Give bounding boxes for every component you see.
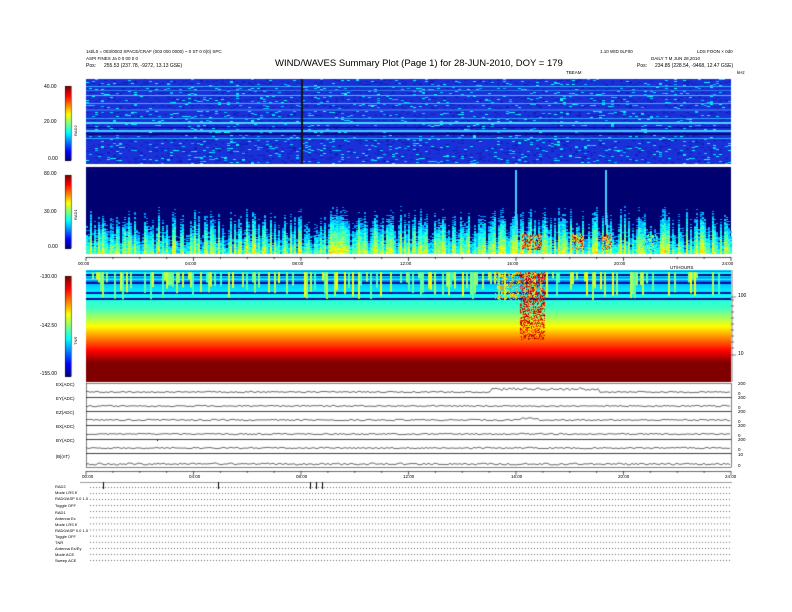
rad2-scale-max: 40.00 [44,84,57,90]
time-tick-24: 24:00 [722,261,734,266]
header-left-line1: 1st/L0 = 003/0003 SPACE/CRAF (003 000 00… [86,49,222,54]
tnr-scale-min: -155.00 [40,371,57,377]
rad1-axis-label: RAD1 [73,209,78,220]
tnr-scale-max: -130.00 [40,274,57,280]
ez-label: EZ(ADC) [56,410,75,415]
status-row: Toggle OFF [55,503,76,508]
rad2-scale-mid: 20.00 [44,119,57,125]
rad1-scale-max: 80.00 [44,171,57,177]
tnr-right-tick-10: 10 [738,351,744,357]
header-left-pos-label: Pos: [86,63,97,69]
bx-label: BX(ADC) [56,424,75,429]
time-axis-label: UT/HOURS [670,265,694,270]
status-row: TNR [55,540,64,545]
summary-plot-canvas [0,0,792,612]
by-right-hi: 200 [738,437,746,442]
bx-right-hi: 200 [738,423,746,428]
rad2-scale-min: 0.00 [48,156,58,162]
header-left-pos-value: 255.53 (237.78, -9272, 13.13 GSE) [104,63,183,69]
time-tick-04: 04:00 [185,261,197,266]
header-right-line1a: 1.10 WID 0LF00 [600,49,633,54]
bmag-label: |B|(nT) [56,454,70,459]
rad1-scale-min: 0.00 [48,244,58,250]
header-right-small: TBEAM [566,70,582,75]
status-row: Mode LRS fl [55,490,78,495]
status-row: RAD1 [55,510,66,515]
status-row: RAD0/ASP 0.0 1.0 [55,528,89,533]
status-row: Antenna Ex [55,516,76,521]
ex-right-hi: 200 [738,381,746,386]
bottom-time-tick-08: 08:00 [296,474,308,479]
bottom-time-tick-12: 12:00 [403,474,415,479]
rad2-axis-label: RAD2 [73,125,78,136]
header-right-line1b: LDS FOON × 0d0 [697,49,733,54]
header-left-line2: ASPI FINES Ja 0 0 00 0 0 [86,56,139,61]
page-title: WIND/WAVES Summary Plot (Page 1) for 28-… [275,58,563,69]
tnr-right-tick-100: 100 [738,293,747,299]
bottom-time-tick-16: 16:00 [511,474,523,479]
status-row: Antenna Ex/Ey [55,546,82,551]
bottom-time-tick-20: 20:00 [618,474,630,479]
bottom-time-tick-24: 24:00 [725,474,737,479]
time-tick-12: 12:00 [400,261,412,266]
ey-right-hi: 200 [738,395,746,400]
status-row: RAD2 [55,484,66,489]
unit-khz-label: kHz [737,70,745,75]
bottom-time-tick-04: 04:00 [189,474,201,479]
status-row: Toggle OFF [55,534,76,539]
time-tick-08: 08:00 [292,261,304,266]
tnr-axis-label: TNR [73,336,78,345]
rad1-scale-mid: 30.00 [44,209,57,215]
by-label: BY(ADC) [56,438,75,443]
ex-label: EX(ADC) [56,382,75,387]
time-tick-20: 20:00 [614,261,626,266]
time-tick-00: 00:00 [78,261,90,266]
header-right-line2: DAILY T M JUN 28,2010 [651,56,700,61]
header-right-pos-label: Pos: [637,63,648,69]
status-row: Mode LRS fl [55,522,78,527]
bmag-right-lo: 0 [738,463,741,468]
bmag-right-hi: 10 [738,452,744,457]
status-row: Mode ACE [55,552,75,557]
tnr-scale-mid: -142.50 [40,323,57,329]
header-right-pos-value: 234.85 (228.54, -9468, 12.47 GSE) [655,63,734,69]
status-row: RAD0/ASP 0.0 1.0 [55,496,89,501]
ez-right-hi: 200 [738,409,746,414]
bottom-time-tick-00: 00:00 [82,474,94,479]
time-tick-16: 16:00 [507,261,519,266]
ey-label: EY(ADC) [56,396,75,401]
status-row: Sweep ACE [55,558,77,563]
